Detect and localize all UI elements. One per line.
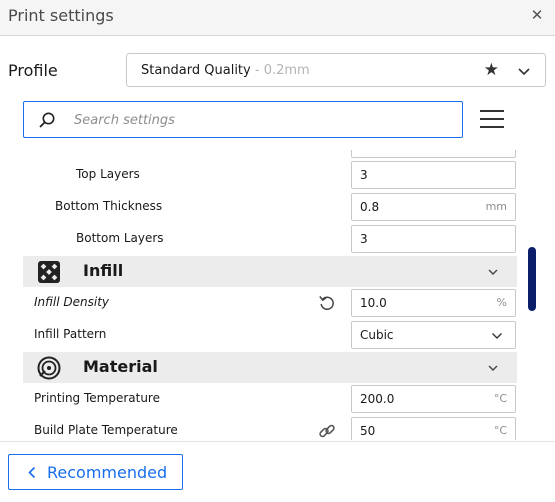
chevron-down-icon: [518, 68, 530, 76]
chevron-down-icon: [488, 269, 498, 275]
chevron-down-icon: [492, 333, 502, 339]
settings-row-bottom-layers: Bottom Layers 3: [0, 223, 530, 255]
recommended-button[interactable]: Recommended: [8, 454, 183, 490]
window-title: Print settings: [8, 6, 114, 25]
setting-label: Build Plate Temperature: [34, 423, 178, 437]
link-icon[interactable]: [318, 422, 336, 440]
profile-select[interactable]: Standard Quality - 0.2mm ★: [126, 53, 546, 87]
bottom-thickness-field[interactable]: 0.8 mm: [351, 193, 516, 221]
settings-row-infill-density: Infill Density 10.0 %: [0, 287, 530, 319]
infill-density-field[interactable]: 10.0 %: [351, 289, 516, 317]
settings-row-infill-pattern: Infill Pattern Cubic: [0, 319, 530, 351]
setting-label: Infill Pattern: [34, 327, 107, 341]
settings-row-build-plate-temperature: Build Plate Temperature 50 °C: [0, 415, 530, 440]
printing-temperature-field[interactable]: 200.0 °C: [351, 385, 516, 413]
infill-icon: [38, 261, 60, 283]
setting-label: Printing Temperature: [34, 391, 160, 405]
close-icon[interactable]: ✕: [529, 7, 545, 23]
top-layers-field[interactable]: 3: [351, 161, 516, 189]
search-box[interactable]: [23, 101, 463, 138]
chevron-down-icon: [488, 365, 498, 371]
infill-pattern-select[interactable]: Cubic: [351, 321, 516, 349]
category-title: Infill: [83, 261, 124, 280]
setting-label: Bottom Thickness: [55, 199, 163, 213]
reset-icon[interactable]: [318, 294, 336, 312]
search-input[interactable]: [74, 110, 444, 130]
setting-label: Top Layers: [76, 167, 140, 181]
scrollbar-thumb[interactable]: [528, 247, 536, 311]
profile-label: Profile: [8, 61, 58, 80]
category-material[interactable]: Material: [23, 352, 517, 383]
settings-row-printing-temperature: Printing Temperature 200.0 °C: [0, 383, 530, 415]
star-icon[interactable]: ★: [484, 60, 499, 80]
recommended-label: Recommended: [47, 463, 168, 482]
profile-name: Standard Quality - 0.2mm: [141, 63, 310, 78]
setting-field[interactable]: [351, 150, 516, 158]
search-icon: [39, 112, 55, 128]
title-bar: Print settings ✕: [0, 0, 555, 36]
settings-menu-button[interactable]: [478, 106, 506, 132]
chevron-left-icon: [28, 466, 36, 479]
category-title: Material: [83, 357, 158, 376]
settings-row-bottom-thickness: Bottom Thickness 0.8 mm: [0, 191, 530, 223]
setting-label: Infill Density: [34, 295, 109, 309]
setting-label: Bottom Layers: [76, 231, 164, 245]
category-infill[interactable]: Infill: [23, 256, 517, 287]
settings-list[interactable]: Top Layers 3 Bottom Thickness 0.8 mm Bot…: [0, 150, 555, 440]
divider: [0, 441, 555, 442]
build-plate-temperature-field[interactable]: 50 °C: [351, 417, 516, 440]
settings-row-top-layers: Top Layers 3: [0, 159, 530, 191]
material-spool-icon: [37, 356, 61, 380]
bottom-layers-field[interactable]: 3: [351, 225, 516, 253]
